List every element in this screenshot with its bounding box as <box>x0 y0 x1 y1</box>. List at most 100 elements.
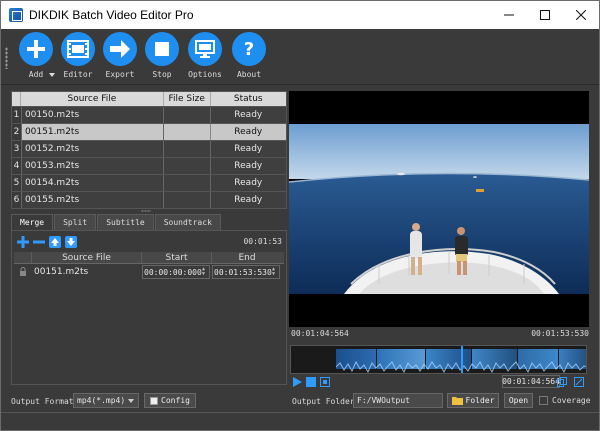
open-folder-button[interactable]: Open <box>504 393 533 408</box>
table-row[interactable]: 5 00154.m2ts Ready <box>12 174 286 191</box>
timeline-playhead[interactable] <box>461 346 463 373</box>
arrow-right-icon <box>103 32 137 66</box>
row-source-file: 00151.m2ts <box>20 124 164 140</box>
start-time-stepper[interactable]: 00:00:00:000 ▲ ▼ <box>142 265 210 279</box>
plus-icon <box>16 235 29 248</box>
preview-current-time: 00:01:04:564 <box>291 329 349 338</box>
stop-label: Stop <box>152 70 172 79</box>
timeline-strip[interactable] <box>290 345 587 374</box>
add-dropdown-icon[interactable] <box>49 73 55 77</box>
end-time-stepper[interactable]: 00:01:53:530 ▲ ▼ <box>212 265 280 279</box>
row-status: Ready <box>210 124 286 140</box>
row-status: Ready <box>234 144 263 154</box>
playback-time-field[interactable]: 00:01:04:564 <box>502 375 560 388</box>
file-lock-icon <box>14 264 32 280</box>
arrow-up-icon <box>48 235 61 248</box>
merge-add-button[interactable] <box>16 235 29 248</box>
output-folder-input[interactable]: F:/VWOutput <box>353 393 443 408</box>
playback-bar: 00:01:04:564 <box>291 375 587 389</box>
minimize-button[interactable] <box>491 1 527 29</box>
close-button[interactable] <box>563 1 599 29</box>
config-button[interactable]: Config <box>144 393 196 408</box>
panel-splitter[interactable] <box>141 210 151 212</box>
svg-text:?: ? <box>244 39 254 60</box>
merge-table[interactable]: Source File Start End 00151.m2ts 00:00:0… <box>14 252 284 280</box>
folder-button-label: Folder <box>465 396 495 405</box>
app-window: DIKDIK Batch Video Editor Pro Add Editor… <box>0 0 600 431</box>
row-source-file: 00150.m2ts <box>20 107 164 123</box>
row-number: 4 <box>12 158 21 174</box>
output-format-label: Output Format <box>11 397 74 406</box>
snapshot-button[interactable] <box>556 376 567 387</box>
config-box-icon <box>150 396 159 405</box>
editor-label: Editor <box>63 70 93 79</box>
maximize-button[interactable] <box>527 1 563 29</box>
table-row[interactable]: 6 00155.m2ts Ready <box>12 191 286 208</box>
merge-row[interactable]: 00151.m2ts 00:00:00:000 ▲ ▼ 00:01:53:530 … <box>14 264 284 280</box>
maximize-icon <box>540 10 550 20</box>
col-file-size[interactable]: File Size <box>164 92 211 106</box>
folder-icon <box>451 397 463 405</box>
minus-icon <box>32 240 45 243</box>
play-button[interactable] <box>291 377 302 388</box>
row-number: 3 <box>12 141 21 157</box>
toolbar: Add Editor Export Stop Options ? About <box>1 29 599 85</box>
merge-move-up-button[interactable] <box>48 235 61 248</box>
merge-remove-button[interactable] <box>32 235 45 248</box>
window-title: DIKDIK Batch Video Editor Pro <box>29 8 194 22</box>
chevron-down-icon <box>128 399 134 403</box>
config-label: Config <box>161 396 190 405</box>
export-button[interactable]: Export <box>100 32 140 79</box>
row-status: Ready <box>234 195 263 205</box>
row-file-size <box>164 158 211 174</box>
stop-playback-button[interactable] <box>305 377 316 388</box>
row-file-size <box>164 141 211 157</box>
col-source-file[interactable]: Source File <box>32 252 142 263</box>
options-button[interactable]: Options <box>185 32 225 79</box>
fullscreen-button[interactable] <box>573 376 584 387</box>
table-row-selected[interactable]: 2 00151.m2ts Ready <box>12 123 286 140</box>
about-button[interactable]: ? About <box>229 32 269 79</box>
spin-arrows-icon[interactable]: ▲ ▼ <box>272 267 279 277</box>
close-icon <box>576 10 586 20</box>
merge-move-down-button[interactable] <box>64 235 77 248</box>
merge-total-duration: 00:01:53 <box>243 237 282 246</box>
editor-button[interactable]: Editor <box>58 32 98 79</box>
start-time-value: 00:00:00:000 <box>144 267 202 277</box>
output-format-select[interactable]: mp4(*.mp4) <box>73 393 139 408</box>
table-row[interactable]: 1 00150.m2ts Ready <box>12 106 286 123</box>
row-file-size <box>163 124 211 140</box>
row-file-size <box>164 107 211 123</box>
plus-icon <box>19 32 53 66</box>
merge-panel: 00:01:53 Source File Start End 00151.m2t… <box>11 230 287 385</box>
table-row[interactable]: 3 00152.m2ts Ready <box>12 140 286 157</box>
fit-view-button[interactable] <box>319 377 330 388</box>
folder-browse-button[interactable]: Folder <box>447 393 499 408</box>
tab-subtitle[interactable]: Subtitle <box>97 214 154 230</box>
video-preview[interactable] <box>289 91 589 327</box>
file-list-table[interactable]: Source File File Size Status 1 00150.m2t… <box>11 91 287 209</box>
col-status[interactable]: Status <box>211 92 286 106</box>
app-logo-icon <box>9 8 23 22</box>
arrow-down-icon <box>64 235 77 248</box>
col-start[interactable]: Start <box>142 252 212 263</box>
coverage-checkbox[interactable]: Coverage <box>539 396 591 405</box>
col-end[interactable]: End <box>212 252 282 263</box>
toolbar-grip[interactable] <box>5 47 8 69</box>
open-button-label: Open <box>508 396 529 405</box>
row-status: Ready <box>234 110 263 120</box>
add-button[interactable]: Add <box>16 32 56 79</box>
output-bar: Output Format mp4(*.mp4) Config Output F… <box>1 391 599 411</box>
minimize-icon <box>504 14 514 16</box>
col-source-file[interactable]: Source File <box>21 92 164 106</box>
row-file-size <box>164 175 211 191</box>
tab-soundtrack[interactable]: Soundtrack <box>154 214 221 230</box>
stop-icon <box>305 377 316 387</box>
stop-button[interactable]: Stop <box>142 32 182 79</box>
table-row[interactable]: 4 00153.m2ts Ready <box>12 157 286 174</box>
export-label: Export <box>105 70 135 79</box>
tab-merge[interactable]: Merge <box>11 214 54 230</box>
checkbox-icon[interactable] <box>539 396 548 405</box>
tab-split[interactable]: Split <box>54 214 97 230</box>
spin-arrows-icon[interactable]: ▲ ▼ <box>202 267 209 277</box>
